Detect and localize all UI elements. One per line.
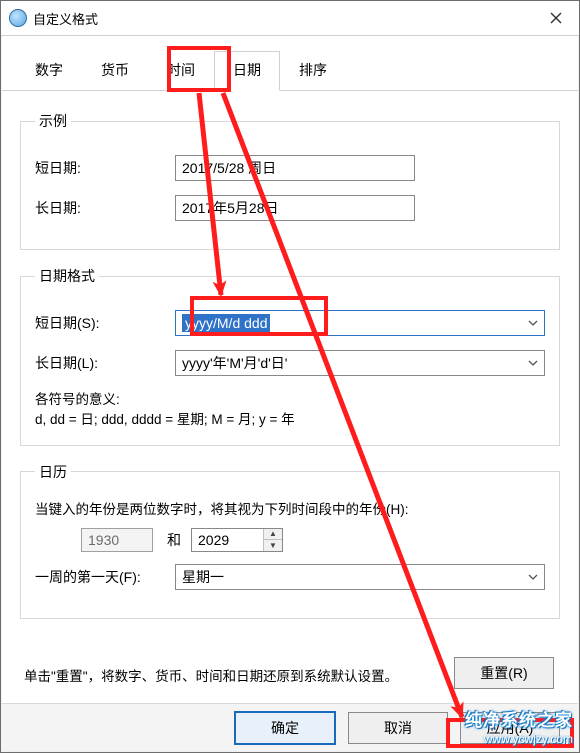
short-date-example-text: 2017/5/28 周日: [182, 158, 276, 178]
year-to-value: 2029: [192, 529, 263, 551]
reset-button[interactable]: 重置(R): [454, 657, 554, 689]
year-from-input: 1930: [81, 528, 153, 552]
watermark-url: www.ycwjzy.com: [465, 732, 573, 746]
tab-bar: 数字 货币 时间 日期 排序: [2, 36, 578, 91]
and-label: 和: [167, 530, 181, 550]
example-legend: 示例: [35, 111, 71, 131]
window-title: 自定义格式: [33, 9, 98, 28]
titlebar: 自定义格式: [1, 1, 579, 36]
close-button[interactable]: [533, 1, 579, 35]
short-date-format-value: yyyy/M/d ddd: [182, 314, 270, 332]
first-day-value: 星期一: [182, 567, 224, 587]
meaning-label: 各符号的意义:: [35, 390, 545, 410]
long-date-example-text: 2017年5月28日: [182, 198, 279, 218]
long-date-example-value: 2017年5月28日: [175, 195, 415, 221]
meaning-text: d, dd = 日; ddd, dddd = 星期; M = 月; y = 年: [35, 410, 545, 430]
chevron-down-icon: [526, 356, 540, 370]
year-from-text: 1930: [88, 532, 119, 548]
tab-number[interactable]: 数字: [16, 51, 82, 91]
ok-button[interactable]: 确定: [234, 711, 336, 745]
short-date-format-label: 短日期(S):: [35, 313, 175, 333]
format-legend: 日期格式: [35, 266, 99, 286]
watermark: 纯净系统之家 www.ycwjzy.com: [465, 706, 573, 746]
year-to-spinner[interactable]: 2029 ▲ ▼: [191, 528, 283, 552]
short-date-example-label: 短日期:: [35, 158, 175, 178]
close-icon: [550, 12, 562, 24]
globe-icon: [9, 9, 27, 27]
first-day-label: 一周的第一天(F):: [35, 567, 175, 587]
reset-button-label: 重置(R): [480, 663, 527, 683]
short-date-example-value: 2017/5/28 周日: [175, 155, 415, 181]
tab-sort[interactable]: 排序: [280, 51, 346, 91]
calendar-group: 日历 当键入的年份是两位数字时，将其视为下列时间段中的年份(H): 1930 和…: [20, 462, 560, 619]
first-day-select[interactable]: 星期一: [175, 564, 545, 590]
chevron-down-icon: [526, 570, 540, 584]
reset-note: 单击"重置"，将数字、货币、时间和日期还原到系统默认设置。: [24, 667, 404, 687]
cancel-button-label: 取消: [384, 718, 412, 738]
long-date-format-select[interactable]: yyyy'年'M'月'd'日': [175, 350, 545, 376]
tab-time[interactable]: 时间: [148, 51, 214, 91]
format-group: 日期格式 短日期(S): yyyy/M/d ddd 长日期(L): yyyy'年…: [20, 266, 560, 446]
calendar-legend: 日历: [35, 462, 71, 482]
tab-currency[interactable]: 货币: [82, 51, 148, 91]
spinner-down-icon[interactable]: ▼: [264, 540, 282, 551]
chevron-down-icon: [526, 316, 540, 330]
tab-date[interactable]: 日期: [214, 51, 280, 91]
example-group: 示例 短日期: 2017/5/28 周日 长日期: 2017年5月28日: [20, 111, 560, 250]
spinner-buttons[interactable]: ▲ ▼: [263, 529, 282, 551]
long-date-format-label: 长日期(L):: [35, 353, 175, 373]
spinner-up-icon[interactable]: ▲: [264, 529, 282, 541]
long-date-format-value: yyyy'年'M'月'd'日': [182, 353, 288, 373]
dialog-window: 自定义格式 数字 货币 时间 日期 排序 示例 短日期: 2017/5/28 周…: [0, 0, 580, 753]
cancel-button[interactable]: 取消: [348, 712, 448, 744]
long-date-example-label: 长日期:: [35, 198, 175, 218]
two-digit-year-text: 当键入的年份是两位数字时，将其视为下列时间段中的年份(H):: [35, 498, 545, 518]
ok-button-label: 确定: [271, 718, 299, 738]
watermark-title: 纯净系统之家: [465, 706, 573, 731]
short-date-format-select[interactable]: yyyy/M/d ddd: [175, 310, 545, 336]
